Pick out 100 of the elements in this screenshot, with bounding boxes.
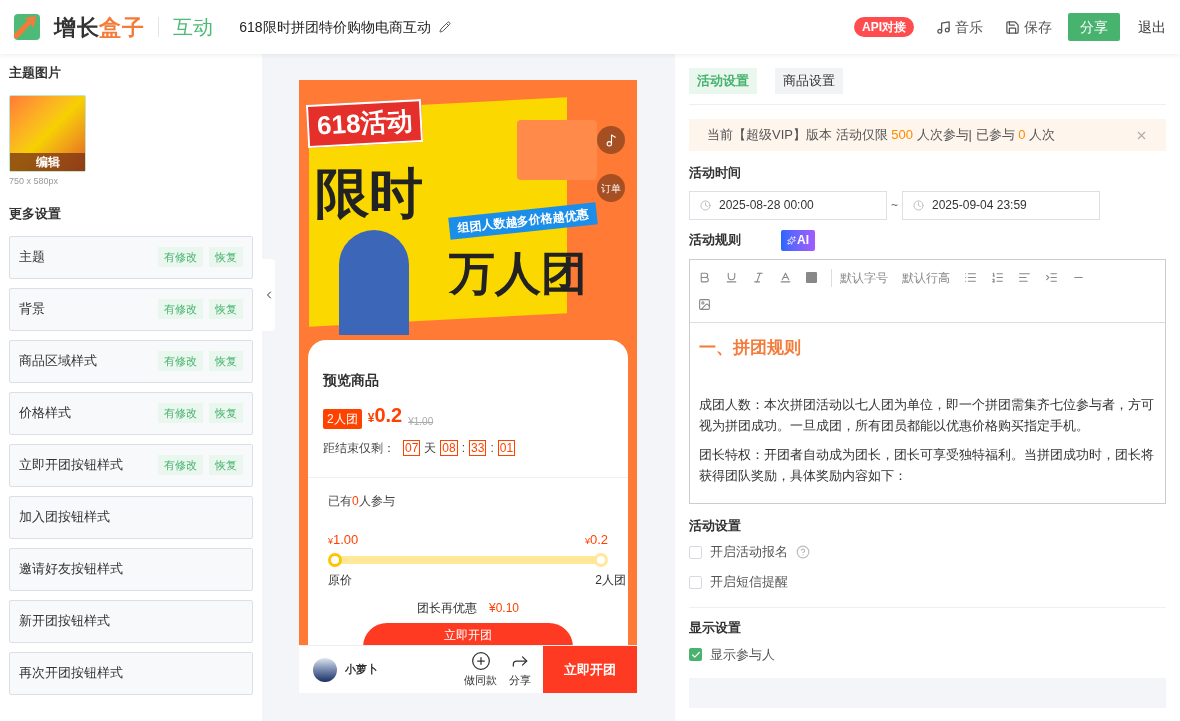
banner-badge: 618活动 [305,99,424,148]
banner-title: 限时 [315,166,423,220]
checkbox-label: 开启短信提醒 [710,573,788,592]
settings-item-label: 背景 [19,300,46,319]
settings-item[interactable]: 再次开团按钮样式 [9,651,253,695]
brand-name: 增长盒子 [54,13,145,42]
group-badge: 2人团 [323,409,362,429]
start-group-button[interactable]: 立即开团 [363,622,573,647]
settings-item[interactable]: 新开团按钮样式 [9,599,253,643]
rule-heading: 一、拼团规则 [699,336,802,358]
participant-count: 已有0人参与 [328,493,396,510]
checkbox[interactable] [689,545,702,559]
font-size-dropdown[interactable]: 默认字号 [831,268,888,287]
rule-paragraph: 成团人数：本次拼团活动以七人团为单位，即一个拼团需集齐七位参与者，方可视为拼团成功。一旦成团，所有团员都能以优惠价格购买指定手机。 [699,395,1155,435]
settings-tab[interactable]: 商品设置 [775,68,843,94]
leader-discount-value: ¥0.10 [489,599,519,617]
collapse-handle[interactable] [262,259,275,331]
exit-button[interactable]: 退出 [1138,16,1166,38]
bottom-action-button[interactable]: 分享 [509,650,531,689]
original-price: ¥1.00 [408,415,434,429]
countdown-digit: 08 [440,440,458,456]
settings-item-label: 邀请好友按钮样式 [19,560,124,579]
theme-thumbnail[interactable]: 编辑 [9,94,86,172]
modified-tag: 有修改 [158,402,203,424]
bottom-action-button[interactable]: 做同款 [464,650,497,689]
settings-item-label: 价格样式 [19,404,72,423]
module-name: 互动 [173,15,214,40]
settings-item-label: 加入团按钮样式 [19,508,111,527]
avatar-icon [313,657,337,682]
countdown-digit: 01 [497,440,516,456]
bold-icon[interactable] [698,271,711,284]
image-icon[interactable] [698,298,711,311]
banner-title: 万人团 [449,250,587,296]
settings-item-label: 主题 [19,248,46,267]
countdown-label: 距结束仅剩： [323,440,395,457]
line-height-dropdown[interactable]: 默认行高 [902,268,950,287]
countdown-separator: : [461,440,466,457]
music-note-icon [604,133,618,147]
font-color-icon[interactable] [779,271,792,284]
countdown-separator: : [490,440,494,457]
settings-item-label: 立即开团按钮样式 [19,456,124,475]
project-title: 618限时拼团特价购物电商互动 [239,17,431,37]
thumbnail-edit-label: 编辑 [10,152,85,171]
checkbox-label: 开启活动报名 [710,543,788,562]
toolbar-button[interactable]: 保存 [1005,16,1052,38]
settings-item[interactable]: 价格样式 有修改 恢复 [9,391,253,435]
buy-button[interactable]: 立即开团 [543,646,637,693]
settings-item-label: 商品区域样式 [19,352,98,371]
start-time-field[interactable]: 2025-08-28 00:00 [689,190,887,220]
countdown-digit: 33 [469,440,487,456]
modified-tag: 有修改 [158,298,203,320]
clock-icon [700,199,711,211]
music-button[interactable] [597,126,625,154]
ai-button[interactable]: AI [781,229,815,251]
checkbox[interactable] [689,648,702,661]
clock-icon [913,199,924,211]
shop-name: 小萝卜 [345,662,379,678]
indent-icon[interactable] [1045,271,1058,284]
logo-icon [14,14,40,40]
align-icon[interactable] [1018,271,1031,284]
section-title: 更多设置 [9,205,62,223]
italic-icon[interactable] [752,271,765,284]
section-title: 主题图片 [9,64,62,82]
start-price: ¥1.00 [328,531,359,549]
countdown-separator: 天 [424,440,437,457]
save-icon [1005,19,1020,35]
sparkle-icon [787,235,796,245]
checkbox[interactable] [689,575,702,589]
rule-paragraph: 团长特权：开团者自动成为团长，团长可享受独特福利。当拼团成功时，团长将获得团队奖励，具体奖励内容如下： [699,445,1155,485]
bullet-list-icon[interactable] [964,271,977,284]
edit-icon[interactable] [438,21,451,33]
section-title: 活动设置 [689,516,742,535]
plus-circle-icon [470,650,491,671]
settings-item[interactable]: 商品区域样式 有修改 恢复 [9,339,253,383]
end-price: ¥0.2 [584,531,608,549]
start-label: 原价 [328,571,352,589]
numbered-list-icon[interactable] [991,271,1004,284]
countdown-digit: 07 [403,440,421,456]
modified-tag: 有修改 [158,350,203,372]
section-title: 活动规则 [689,231,741,250]
settings-item-label: 新开团按钮样式 [19,612,111,631]
end-time-field[interactable]: 2025-09-04 23:59 [902,190,1100,220]
help-icon [796,545,810,559]
settings-item[interactable]: 立即开团按钮样式 有修改 恢复 [9,443,253,487]
settings-item[interactable]: 主题 有修改 恢复 [9,235,253,279]
product-title: 预览商品 [323,371,380,390]
underline-icon[interactable] [725,271,738,284]
settings-item[interactable]: 邀请好友按钮样式 [9,547,253,591]
image-size-hint: 750 x 580px [9,174,60,188]
checkbox-label: 显示参与人 [710,645,775,664]
settings-item[interactable]: 背景 有修改 恢复 [9,287,253,331]
leader-discount-label: 团长再优惠 [417,599,477,617]
settings-item-label: 再次开团按钮样式 [19,664,124,683]
toolbar-button[interactable]: 音乐 [936,16,983,38]
modified-tag: 有修改 [158,246,203,268]
settings-item[interactable]: 加入团按钮样式 [9,495,253,539]
order-button[interactable]: 订单 [597,174,625,202]
quota-notice-text: 当前【超级VIP】版本 活动仅限 500 人次参与| 已参与 0 人次 [707,126,1056,145]
music-note-icon [936,19,951,35]
group-price: ¥0.2 [367,405,403,428]
